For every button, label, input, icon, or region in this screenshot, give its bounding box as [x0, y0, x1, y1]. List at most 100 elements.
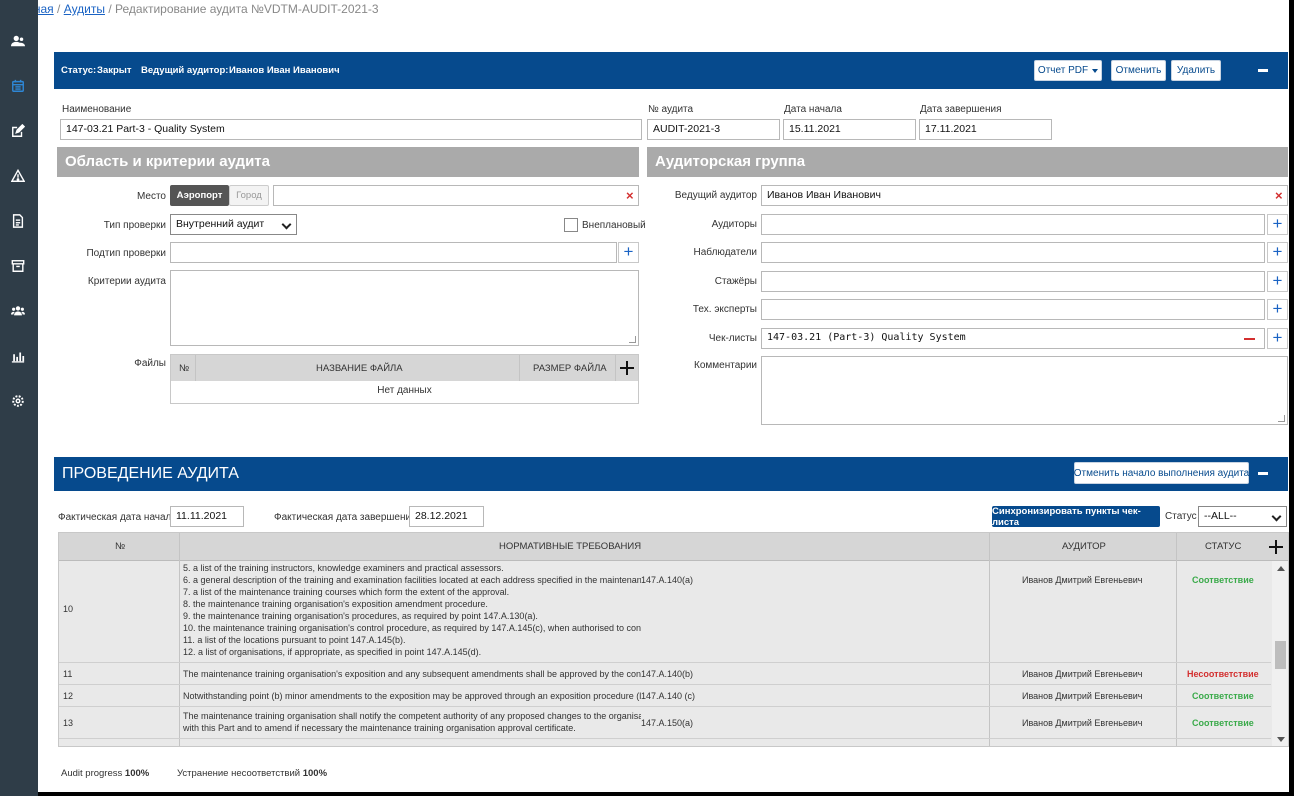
- status-badge: Несоответствие: [1187, 669, 1259, 679]
- team-lead-input[interactable]: Иванов Иван Иванович: [761, 185, 1288, 206]
- requirement-text: The maintenance training organisation sh…: [183, 711, 641, 721]
- row-number: 10: [63, 604, 74, 614]
- add-file-icon[interactable]: [619, 360, 635, 376]
- archive-icon[interactable]: [9, 257, 27, 275]
- place-input[interactable]: [273, 185, 639, 206]
- sidebar: [0, 0, 38, 796]
- experts-input[interactable]: [761, 299, 1265, 320]
- group-icon[interactable]: [9, 302, 27, 320]
- requirement-ref: 147.A.140(b): [641, 669, 694, 679]
- type-select[interactable]: Внутренний аудит: [170, 214, 297, 235]
- row-number: 11: [63, 669, 73, 679]
- scroll-down-icon[interactable]: [1277, 737, 1285, 742]
- bar-chart-icon[interactable]: [9, 347, 27, 365]
- add-auditor-icon[interactable]: +: [1267, 214, 1288, 235]
- collapse-icon[interactable]: [1258, 472, 1268, 475]
- auditors-input[interactable]: [761, 214, 1265, 235]
- end-date-input[interactable]: 17.11.2021: [919, 119, 1052, 140]
- breadcrumb: Главная / Аудиты / Редактирование аудита…: [38, 2, 379, 16]
- actual-start-input[interactable]: 11.11.2021: [170, 506, 244, 527]
- checklist-grid: № НОРМАТИВНЫЕ ТРЕБОВАНИЯ АУДИТОР СТАТУС …: [58, 532, 1289, 747]
- trainees-input[interactable]: [761, 271, 1265, 292]
- resize-grip-icon: [629, 336, 636, 343]
- remove-checklist-icon[interactable]: [1244, 338, 1255, 340]
- warning-icon[interactable]: [9, 167, 27, 185]
- requirement-line: 6. a general description of the training…: [183, 575, 641, 585]
- breadcrumb-home-link[interactable]: Главная: [38, 2, 54, 16]
- grid-col-status: СТАТУС: [1205, 541, 1242, 552]
- add-row-icon[interactable]: [1268, 539, 1284, 555]
- add-observer-icon[interactable]: +: [1267, 242, 1288, 263]
- pdf-report-label: Отчет PDF: [1037, 65, 1089, 76]
- add-subtype-icon[interactable]: +: [618, 242, 639, 263]
- requirement-line: 9. the maintenance training organisation…: [183, 611, 538, 621]
- criteria-textarea[interactable]: [170, 270, 639, 346]
- table-row[interactable]: 12 Notwithstanding point (b) minor amend…: [59, 685, 1271, 707]
- checklists-input[interactable]: 147-03.21 (Part-3) Quality System: [761, 328, 1265, 349]
- place-airport-toggle[interactable]: Аэропорт: [170, 185, 229, 206]
- comments-textarea[interactable]: [761, 356, 1288, 425]
- experts-label: Тех. эксперты: [692, 304, 757, 315]
- type-select-value: Внутренний аудит: [176, 218, 265, 230]
- audit-number-input[interactable]: AUDIT-2021-3: [647, 119, 780, 140]
- calendar-icon[interactable]: [9, 77, 27, 95]
- status-filter-select[interactable]: --ALL--: [1198, 506, 1287, 527]
- status-filter-label: Статус: [1165, 511, 1197, 522]
- conduct-section-bar: ПРОВЕДЕНИЕ АУДИТА Отменить начало выполн…: [54, 457, 1288, 491]
- subtype-input[interactable]: [170, 242, 617, 263]
- gear-icon[interactable]: [9, 392, 27, 410]
- requirement-line: 12. a list of organisations, if appropri…: [183, 647, 482, 657]
- scrollbar-thumb[interactable]: [1275, 641, 1286, 669]
- unplanned-label: Внеплановый: [582, 220, 646, 231]
- nonconformity-fix-progress: Устранение несоответствий 100%: [177, 768, 327, 779]
- criteria-label: Критерии аудита: [87, 276, 166, 287]
- grid-scrollbar[interactable]: [1272, 561, 1288, 746]
- add-expert-icon[interactable]: +: [1267, 299, 1288, 320]
- row-auditor: Иванов Дмитрий Евгеньевич: [1022, 691, 1143, 701]
- actual-end-input[interactable]: 28.12.2021: [409, 506, 484, 527]
- breadcrumb-separator: /: [108, 2, 116, 16]
- checklists-label: Чек-листы: [708, 333, 757, 344]
- add-checklist-icon[interactable]: +: [1267, 328, 1288, 349]
- requirement-ref: 147.A.140(a): [641, 575, 694, 585]
- start-date-input[interactable]: 15.11.2021: [783, 119, 916, 140]
- edit-icon[interactable]: [9, 122, 27, 140]
- audit-header-bar: Статус: Закрыт Ведущий аудитор: Иванов И…: [54, 52, 1288, 89]
- add-trainee-icon[interactable]: +: [1267, 271, 1288, 292]
- unplanned-checkbox[interactable]: [564, 218, 578, 232]
- fix-progress-label: Устранение несоответствий: [177, 768, 301, 779]
- table-row[interactable]: 11 The maintenance training organisation…: [59, 663, 1271, 685]
- files-empty-text: Нет данных: [377, 385, 432, 396]
- document-icon[interactable]: [9, 212, 27, 230]
- conduct-section-title: ПРОВЕДЕНИЕ АУДИТА: [62, 465, 239, 482]
- table-row[interactable]: 10 5. a list of the training instructors…: [59, 561, 1271, 663]
- team-lead-label: Ведущий аудитор: [674, 190, 757, 201]
- name-input[interactable]: 147-03.21 Part-3 - Quality System: [60, 119, 642, 140]
- row-number: 12: [63, 691, 74, 701]
- place-city-toggle[interactable]: Город: [229, 185, 269, 206]
- breadcrumb-separator: /: [57, 2, 64, 16]
- requirement-line: 8. the maintenance training organisation…: [183, 599, 488, 609]
- grid-col-requirements: НОРМАТИВНЫЕ ТРЕБОВАНИЯ: [499, 541, 642, 552]
- breadcrumb-audits-link[interactable]: Аудиты: [64, 2, 105, 16]
- table-row[interactable]: 13 The maintenance training organisation…: [59, 707, 1271, 739]
- place-label: Место: [136, 191, 166, 202]
- clear-lead-icon[interactable]: ×: [1275, 189, 1283, 202]
- cancel-start-button[interactable]: Отменить начало выполнения аудита: [1074, 462, 1249, 484]
- requirement-line: 10. the maintenance training organisatio…: [183, 623, 641, 633]
- sync-checklist-button[interactable]: Синхронизировать пункты чек-листа: [992, 506, 1160, 528]
- comments-label: Комментарии: [694, 360, 757, 371]
- collapse-icon[interactable]: [1258, 69, 1268, 72]
- audit-progress: Audit progress 100%: [61, 768, 149, 779]
- requirement-ref: 147.A.150(a): [641, 718, 694, 728]
- observers-input[interactable]: [761, 242, 1265, 263]
- users-icon[interactable]: [9, 32, 27, 50]
- scope-section-title: Область и критерии аудита: [57, 147, 639, 177]
- delete-button[interactable]: Удалить: [1171, 60, 1221, 81]
- clear-place-icon[interactable]: ×: [626, 189, 634, 202]
- pdf-report-button[interactable]: Отчет PDF: [1034, 60, 1102, 81]
- cancel-button[interactable]: Отменить: [1111, 60, 1166, 81]
- end-date-label: Дата завершения: [920, 104, 1002, 115]
- trainees-label: Стажёры: [714, 276, 757, 287]
- scroll-up-icon[interactable]: [1277, 566, 1285, 571]
